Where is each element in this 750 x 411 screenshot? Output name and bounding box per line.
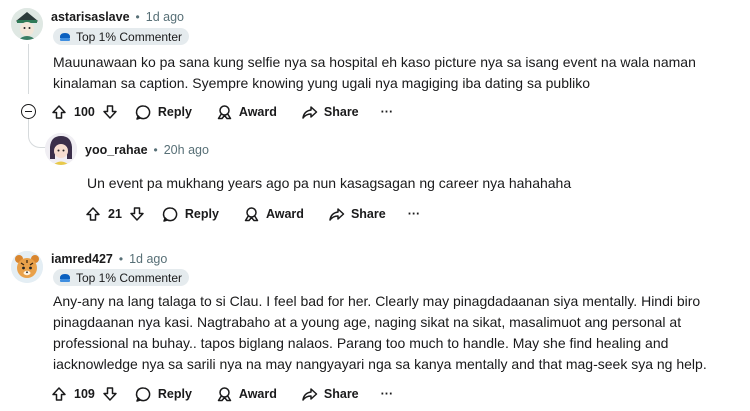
- username[interactable]: yoo_rahae: [85, 143, 148, 157]
- reply-label: Reply: [184, 207, 219, 221]
- share-button[interactable]: Share: [301, 104, 359, 121]
- top-commenter-badge: Top 1% Commenter: [53, 28, 190, 45]
- comment-body: Mauunawaan ko pa sana kung selfie nya sa…: [53, 54, 696, 91]
- downvote-button[interactable]: [102, 104, 118, 120]
- share-icon: [329, 207, 345, 221]
- vote-count: 100: [74, 105, 95, 119]
- separator-dot: •: [153, 143, 158, 157]
- comment-actions: 109 Reply Award Share ···: [51, 382, 393, 406]
- avatar[interactable]: [45, 133, 77, 165]
- award-label: Award: [238, 387, 277, 401]
- reply-thread-connector: [28, 118, 46, 148]
- username[interactable]: iamred427: [51, 252, 113, 266]
- share-label: Share: [323, 387, 359, 401]
- comment-body: Un event pa mukhang years ago pa nun kas…: [87, 175, 572, 191]
- upvote-icon: [52, 105, 66, 119]
- award-icon: [244, 206, 259, 221]
- comment-actions: 100 Reply Award Share ···: [51, 100, 393, 124]
- more-options-button[interactable]: ···: [408, 207, 421, 221]
- thread-line: [28, 44, 29, 94]
- separator-dot: •: [135, 10, 140, 24]
- comment-bubble-icon: [135, 386, 151, 402]
- more-options-button[interactable]: ···: [381, 105, 394, 119]
- comment-bubble-icon: [162, 206, 178, 222]
- share-icon: [302, 105, 318, 119]
- award-button[interactable]: Award: [216, 104, 277, 121]
- avatar[interactable]: [11, 251, 43, 283]
- comment-actions: 21 Reply Award Share ···: [85, 202, 420, 226]
- vote-count: 21: [108, 207, 122, 221]
- share-button[interactable]: Share: [328, 206, 386, 223]
- timestamp[interactable]: 1d ago: [129, 252, 167, 266]
- timestamp[interactable]: 20h ago: [164, 143, 209, 157]
- share-label: Share: [323, 105, 359, 119]
- badge-icon: [59, 273, 71, 283]
- downvote-button[interactable]: [129, 206, 145, 222]
- top-commenter-badge: Top 1% Commenter: [53, 269, 190, 286]
- award-label: Award: [238, 105, 277, 119]
- downvote-icon: [103, 105, 117, 119]
- vote-count: 109: [74, 387, 95, 401]
- share-icon: [302, 387, 318, 401]
- downvote-icon: [103, 387, 117, 401]
- comment-bubble-icon: [135, 104, 151, 120]
- timestamp[interactable]: 1d ago: [146, 10, 184, 24]
- badge-label: Top 1% Commenter: [76, 29, 183, 44]
- downvote-icon: [130, 207, 144, 221]
- reply-label: Reply: [157, 105, 192, 119]
- award-icon: [217, 386, 232, 401]
- separator-dot: •: [118, 252, 124, 266]
- award-button[interactable]: Award: [216, 386, 277, 403]
- reply-button[interactable]: Reply: [162, 206, 219, 223]
- more-options-button[interactable]: ···: [381, 387, 394, 401]
- reply-button[interactable]: Reply: [135, 386, 192, 403]
- upvote-button[interactable]: [51, 104, 67, 120]
- collapse-thread-button[interactable]: [21, 104, 36, 119]
- badge-icon: [59, 32, 71, 42]
- comment-body: Any-any na lang talaga to si Clau. I fee…: [53, 293, 707, 372]
- reply-label: Reply: [157, 387, 192, 401]
- award-button[interactable]: Award: [243, 206, 304, 223]
- award-label: Award: [265, 207, 304, 221]
- share-label: Share: [350, 207, 386, 221]
- downvote-button[interactable]: [102, 386, 118, 402]
- award-icon: [217, 104, 232, 119]
- username[interactable]: astarisaslave: [51, 10, 130, 24]
- avatar[interactable]: [11, 8, 43, 40]
- reply-button[interactable]: Reply: [135, 104, 192, 121]
- share-button[interactable]: Share: [301, 386, 359, 403]
- upvote-icon: [52, 387, 66, 401]
- upvote-icon: [86, 207, 100, 221]
- upvote-button[interactable]: [51, 386, 67, 402]
- upvote-button[interactable]: [85, 206, 101, 222]
- badge-label: Top 1% Commenter: [76, 270, 183, 285]
